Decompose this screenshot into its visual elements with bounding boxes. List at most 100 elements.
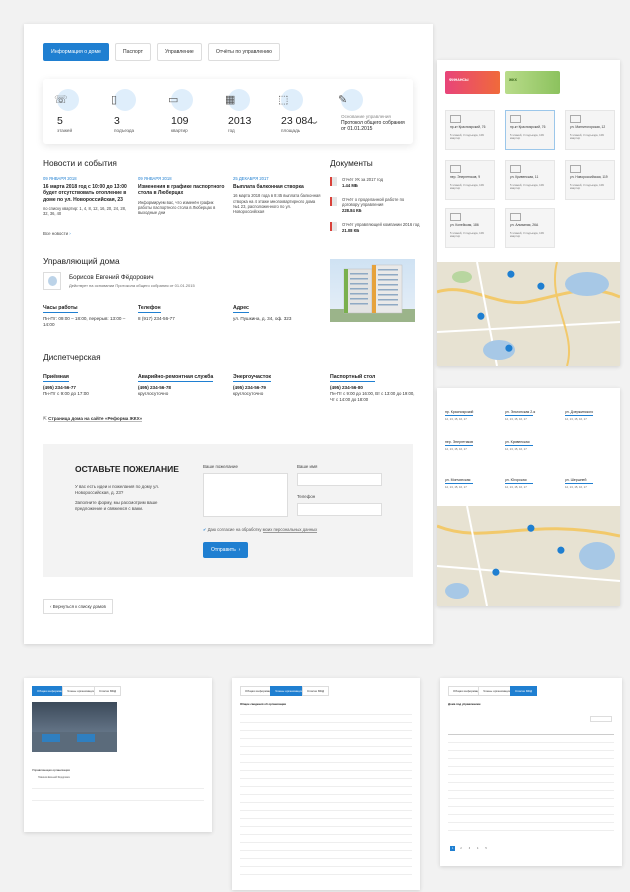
tab-house-info[interactable]: Информация о доме <box>43 43 109 61</box>
street-item[interactable]: ул. Шершней 12, 13, 15, 16, 17 <box>565 478 593 489</box>
reform-link[interactable]: ⇱ Страница дома на сайте «Реформа ЖКХ» <box>43 416 143 422</box>
house-card[interactable]: ул. Новороссийская, 119 5 этажей, 3 подъе… <box>565 160 615 200</box>
document-item[interactable]: Отчёт УК за 2017 год 1.44 МБ <box>330 177 420 188</box>
map-pin-icon[interactable]: ⬤ <box>492 568 500 576</box>
map-pin-icon[interactable]: ⬤ <box>477 312 485 320</box>
house-icon <box>450 213 461 221</box>
phone-input[interactable] <box>297 503 382 516</box>
document-title[interactable]: Отчёт УК за 2017 год <box>342 177 420 182</box>
tab-houses[interactable]: Список МКД <box>510 686 538 696</box>
manager-phone: Телефон 8 (917) 234-56-77 <box>138 305 223 322</box>
table-row <box>448 766 614 767</box>
news-item[interactable]: 09 ЯНВАРЯ 2018 Изменения в графике паспо… <box>138 176 226 215</box>
news-title[interactable]: Выплата балконная створка <box>233 184 321 190</box>
news-title[interactable]: 16 марта 2018 год с 10:00 до 13:00 будет… <box>43 184 131 203</box>
manager-hours: Часы работы Пн-Пт: 09:00 – 18:00, переры… <box>43 305 128 328</box>
map-pin-icon[interactable]: ⬤ <box>557 546 565 554</box>
streets-list-preview: пр. Красноярский 12, 13, 15, 16, 17 ул. Э… <box>437 388 620 606</box>
checkmark-icon: ✔ <box>203 527 207 532</box>
consent-link[interactable]: моих персональных данных <box>262 527 318 533</box>
map-pin-icon[interactable]: ⬤ <box>537 282 545 290</box>
page-link[interactable]: 5 <box>483 846 488 851</box>
details-heading: Общие сведения об организации <box>240 702 287 706</box>
table-row <box>240 754 412 755</box>
manager-name: Борисов Евгений Фёдорович <box>69 274 154 281</box>
house-card[interactable]: пр-кт Красноярский, 76 5 этажей, 3 подъез… <box>505 110 555 150</box>
tab-houses[interactable]: Список МКД <box>302 686 330 696</box>
manager-address: Адрес ул. Пушкина, д. 34, оф. 323 <box>233 305 323 322</box>
house-card[interactable]: ул. Алмазная, 26А 5 этажей, 3 подъезда, 1… <box>505 208 555 248</box>
tab-passport[interactable]: Паспорт <box>114 43 151 61</box>
map-pin-icon[interactable]: ⬤ <box>527 524 535 532</box>
map-pin-icon[interactable]: ⬤ <box>507 270 515 278</box>
sort-select[interactable] <box>590 716 612 722</box>
back-button[interactable]: ‹ Вернуться к списку домов <box>43 599 113 614</box>
promo-banner[interactable]: ФИНАНСЫ <box>445 71 500 94</box>
feedback-title: ОСТАВЬТЕ ПОЖЕЛАНИЕ <box>75 464 179 474</box>
document-size: 1.44 МБ <box>342 183 358 189</box>
house-icon <box>450 165 461 173</box>
stat-year: ▦ 2013 год <box>225 89 283 133</box>
house-card[interactable]: пр-кт Красноярский, 76 5 этажей, 3 подъез… <box>445 110 495 150</box>
street-item[interactable]: ул. Эльтонская 2-я 12, 13, 15, 16, 17 <box>505 410 535 421</box>
tab-reports[interactable]: Отчёты по управлению <box>207 43 280 61</box>
consent-checkbox[interactable]: ✔ Даю согласие на обработку моих персона… <box>203 527 318 533</box>
name-label: Ваше имя <box>297 464 318 469</box>
tab-management[interactable]: Управление <box>156 43 202 61</box>
feedback-text: Заполните форму, мы рассмотрим ваше пред… <box>75 500 158 511</box>
street-item[interactable]: ул. Мончинская 12, 13, 15, 16, 17 <box>445 478 473 489</box>
street-item[interactable]: пер. Энергетиков 12, 13, 15, 16, 17 <box>445 440 473 451</box>
street-item[interactable]: ул. Кривенская 12, 13, 15, 16, 17 <box>505 440 533 451</box>
arrow-left-icon: ‹ <box>50 604 52 609</box>
document-title[interactable]: Отчёт о проделанной работе по договору у… <box>342 197 420 207</box>
house-icon <box>570 165 581 173</box>
pagination: 1 2 3 4 5 <box>450 846 489 851</box>
stat-value: 3 <box>114 115 120 127</box>
hours-label: Часы работы <box>43 305 78 313</box>
document-check-icon: ✎ <box>338 89 363 111</box>
street-item[interactable]: ул. Дзержинского 12, 13, 15, 16, 17 <box>565 410 593 421</box>
stat-value: 23 084м² <box>281 115 318 127</box>
dispatch-item: Приёмная (495) 234-56-77 Пн-Пт с 9:00 до… <box>43 374 131 397</box>
table-row <box>240 722 412 723</box>
wish-textarea[interactable] <box>203 473 288 517</box>
wish-label: Ваше пожелание <box>203 464 238 469</box>
map-pin-icon[interactable]: ⬤ <box>505 344 513 352</box>
streets-map[interactable]: ⬤ ⬤ ⬤ <box>437 506 620 606</box>
feedback-text: У вас есть идеи и пожелания по дому ул. … <box>75 484 159 495</box>
dispatch-note: круглосуточно <box>233 391 264 396</box>
dispatch-item: Паспортный стол (495) 234-56-80 Пн-Пт с … <box>330 374 418 403</box>
address-label: Адрес <box>233 305 249 313</box>
document-title[interactable]: Отчёт управляющей компании 2016 год <box>342 222 420 227</box>
page-link[interactable]: 3 <box>467 846 472 851</box>
house-card[interactable]: пер. Энергетиков, 95 этажей, 3 подъезда,… <box>445 160 495 200</box>
document-item[interactable]: Отчёт управляющей компании 2016 год 21.0… <box>330 222 420 233</box>
name-input[interactable] <box>297 473 382 486</box>
page-link[interactable]: 4 <box>475 846 480 851</box>
document-item[interactable]: Отчёт о проделанной работе по договору у… <box>330 197 420 213</box>
table-row <box>240 834 412 835</box>
organization-preview: Общая информация Члены организации Списо… <box>24 678 212 832</box>
street-item[interactable]: ул. Югорская 12, 13, 15, 16, 17 <box>505 478 533 489</box>
houses-map[interactable]: ⬤ ⬤ ⬤ ⬤ <box>437 262 620 366</box>
street-item[interactable]: пр. Красноярский 12, 13, 15, 16, 17 <box>445 410 473 421</box>
stat-apartments: ▭ 109 квартир <box>168 89 226 133</box>
all-news-link[interactable]: Все новости › <box>43 231 71 236</box>
table-row <box>240 770 412 771</box>
promo-banner[interactable]: ЖКХ <box>505 71 560 94</box>
house-card[interactable]: ул. Магнитогорская, 12 5 этажей, 3 подъез… <box>565 110 615 150</box>
news-title[interactable]: Изменения в графике паспортного стола в … <box>138 184 226 197</box>
table-row <box>240 826 412 827</box>
page-link[interactable]: 2 <box>458 846 463 851</box>
tab-houses[interactable]: Список МКД <box>94 686 122 696</box>
house-card[interactable]: ул. Кривенская, 11 5 этажей, 3 подъезда, … <box>505 160 555 200</box>
page-link[interactable]: 1 <box>450 846 456 851</box>
manager-basis: Действует на основании Протокола общего … <box>69 283 195 288</box>
house-card[interactable]: ул. Копейская, 186 5 этажей, 3 подъезда, … <box>445 208 495 248</box>
table-row <box>240 786 412 787</box>
news-item[interactable]: 25 ДЕКАБРЯ 2017 Выплата балконная створк… <box>233 176 321 214</box>
manager-heading: Управляющий дома <box>43 256 120 266</box>
phone-value[interactable]: 8 (917) 234-56-77 <box>138 316 223 322</box>
news-item[interactable]: 09 ЯНВАРЯ 2018 16 марта 2018 год с 10:00… <box>43 176 131 216</box>
submit-button[interactable]: Отправить › <box>203 542 249 558</box>
